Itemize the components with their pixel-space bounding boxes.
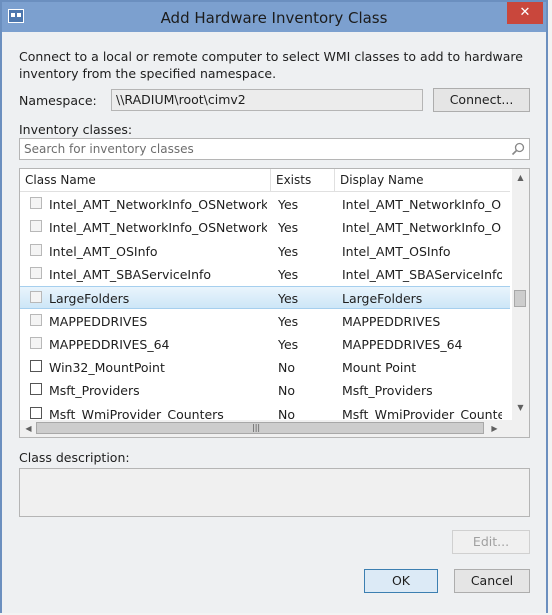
column-header-class-name[interactable]: Class Name (20, 169, 271, 191)
row-checkbox (30, 313, 42, 326)
list-header: Class Name Exists Display Name (20, 169, 510, 192)
search-input[interactable]: Search for inventory classes (24, 142, 194, 156)
exists-cell: No (278, 383, 295, 399)
class-description-box (19, 468, 530, 517)
search-icon[interactable] (511, 142, 525, 156)
row-checkbox[interactable] (30, 406, 42, 419)
exists-cell: Yes (278, 336, 299, 352)
column-header-exists[interactable]: Exists (271, 169, 335, 191)
class-name-cell: Intel_AMT_OSInfo (49, 243, 158, 259)
class-name-cell: MAPPEDDRIVES (49, 313, 148, 329)
ok-button[interactable]: OK (364, 569, 438, 593)
class-name-cell: Intel_AMT_NetworkInfo_OSNetwork (49, 197, 267, 212)
scroll-right-icon[interactable]: ▶ (486, 420, 503, 437)
display-name-cell: Msft_Providers (342, 383, 433, 399)
row-checkbox (30, 266, 42, 279)
horizontal-scroll-thumb[interactable]: ||| (36, 422, 484, 434)
search-box[interactable]: Search for inventory classes (19, 138, 530, 160)
table-row[interactable]: Win32_MountPoint No Mount Point (20, 356, 510, 379)
scroll-left-icon[interactable]: ◀ (20, 420, 37, 437)
row-checkbox[interactable] (30, 383, 42, 396)
exists-cell: Yes (278, 243, 299, 259)
connect-button[interactable]: Connect... (433, 88, 530, 112)
row-checkbox (30, 291, 42, 304)
table-row[interactable]: MAPPEDDRIVES Yes MAPPEDDRIVES (20, 310, 510, 333)
exists-cell: Yes (278, 266, 299, 282)
edit-button[interactable]: Edit... (452, 530, 530, 554)
window-title: Add Hardware Inventory Class (160, 9, 388, 27)
display-name-cell: LargeFolders (342, 291, 423, 307)
namespace-label: Namespace: (19, 93, 97, 108)
column-header-display-name[interactable]: Display Name (335, 169, 510, 191)
namespace-field: \\RADIUM\root\cimv2 (111, 89, 423, 111)
exists-cell: Yes (278, 291, 299, 307)
title-bar[interactable]: Add Hardware Inventory Class ✕ (2, 2, 546, 32)
table-row[interactable]: Intel_AMT_NetworkInfo_OSNetwork Yes Intel_… (20, 193, 510, 216)
class-name-cell: Win32_MountPoint (49, 360, 165, 376)
table-row[interactable]: Intel_AMT_SBAServiceInfo Yes Intel_AMT_SBA… (20, 263, 510, 286)
class-description-label: Class description: (19, 450, 130, 465)
row-checkbox[interactable] (30, 360, 42, 373)
inventory-classes-label: Inventory classes: (19, 122, 133, 137)
table-row[interactable]: Intel_AMT_OSInfo Yes Intel_AMT_OSInfo (20, 240, 510, 263)
display-name-cell: Intel_AMT_OSInfo (342, 243, 451, 259)
display-name-cell: Intel_AMT_SBAServiceInfo (342, 266, 502, 282)
vertical-scroll-thumb[interactable] (514, 290, 526, 307)
scroll-grip-icon: ||| (252, 423, 261, 432)
table-row[interactable]: Intel_AMT_NetworkInfo_OSNetwork_OSW Yes In… (20, 216, 510, 239)
table-row[interactable]: Msft_Providers No Msft_Providers (20, 379, 510, 402)
horizontal-scrollbar[interactable]: ◀ ||| ▶ (20, 420, 512, 437)
display-name-cell: Intel_AMT_NetworkInfo_OSNe (342, 220, 502, 236)
intro-text: Connect to a local or remote computer to… (19, 49, 523, 81)
dialog-content: Connect to a local or remote computer to… (2, 32, 546, 613)
cancel-button[interactable]: Cancel (454, 569, 530, 593)
close-button[interactable]: ✕ (507, 2, 543, 24)
exists-cell: Yes (278, 220, 299, 236)
exists-cell: Yes (278, 313, 299, 329)
display-name-cell: Intel_AMT_NetworkInfo_OSNe (342, 197, 502, 212)
dialog-window: Add Hardware Inventory Class ✕ Connect t… (0, 0, 548, 613)
row-checkbox (30, 243, 42, 256)
display-name-cell: MAPPEDDRIVES (342, 313, 441, 329)
class-name-cell: Intel_AMT_SBAServiceInfo (49, 266, 212, 282)
class-name-cell: MAPPEDDRIVES_64 (49, 336, 170, 352)
table-row[interactable]: LargeFolders Yes LargeFolders (20, 286, 510, 310)
display-name-cell: Mount Point (342, 360, 417, 376)
inventory-class-list[interactable]: Class Name Exists Display Name Intel_AMT… (19, 168, 530, 438)
row-checkbox (30, 220, 42, 233)
row-checkbox (30, 197, 42, 209)
class-name-cell: LargeFolders (49, 291, 130, 307)
display-name-cell: MAPPEDDRIVES_64 (342, 336, 463, 352)
vertical-scrollbar[interactable]: ▲ ▼ (512, 169, 529, 437)
class-name-cell: Intel_AMT_NetworkInfo_OSNetwork_OSW (49, 220, 267, 236)
class-name-cell: Msft_Providers (49, 383, 140, 399)
scroll-up-icon[interactable]: ▲ (512, 169, 529, 186)
exists-cell: Yes (278, 197, 299, 212)
row-checkbox (30, 336, 42, 349)
table-row[interactable]: MAPPEDDRIVES_64 Yes MAPPEDDRIVES_64 (20, 333, 510, 356)
exists-cell: No (278, 360, 295, 376)
scroll-down-icon[interactable]: ▼ (512, 399, 529, 416)
